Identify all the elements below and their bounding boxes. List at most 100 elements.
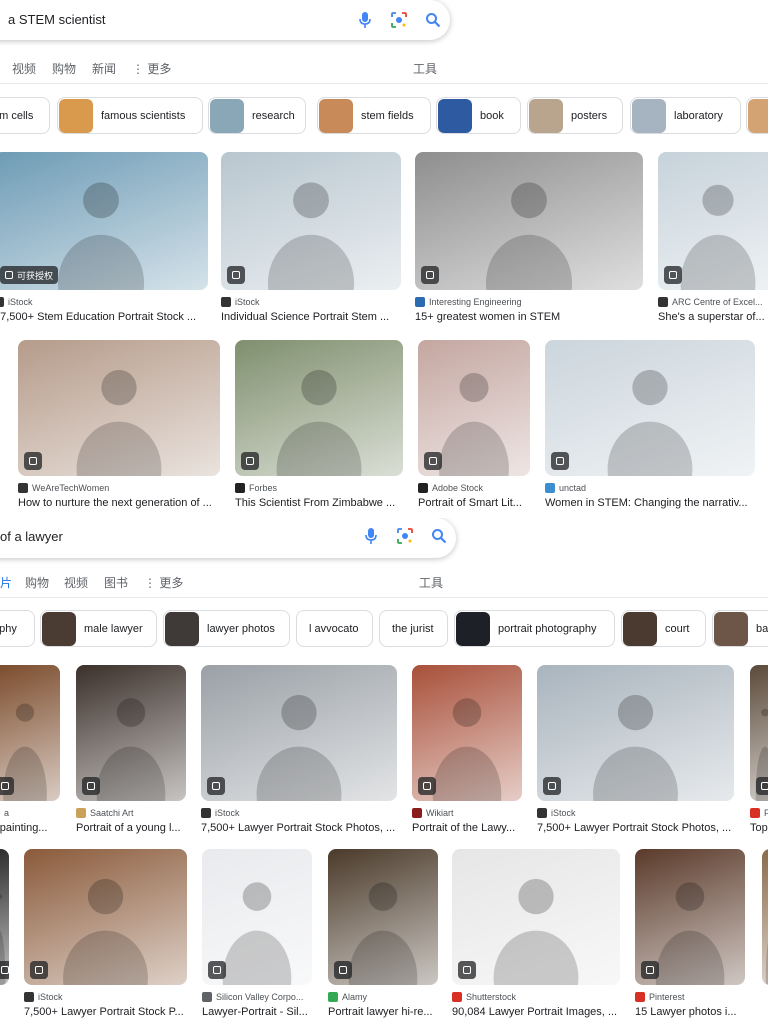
result-source[interactable]: Saatchi Art xyxy=(76,808,186,818)
tab-books[interactable]: 图书 xyxy=(104,574,128,591)
result-source[interactable]: iStock xyxy=(24,992,187,1002)
chip[interactable]: em cells xyxy=(0,97,50,134)
search-icon[interactable] xyxy=(423,10,443,30)
chip[interactable] xyxy=(746,97,768,134)
result-thumbnail[interactable] xyxy=(0,665,60,801)
result-title[interactable]: 7,500+ Lawyer Portrait Stock P... xyxy=(24,1006,187,1018)
result-thumbnail[interactable] xyxy=(452,849,620,985)
image-result[interactable]: iStock 7,500+ Lawyer Portrait Stock P... xyxy=(24,849,187,1023)
chip[interactable]: stem fields xyxy=(317,97,431,134)
result-source[interactable]: Adobe Stock xyxy=(418,483,530,493)
result-source[interactable]: F xyxy=(750,808,768,818)
image-result[interactable]: Silicon Valley Corpo... Lawyer-Portrait -… xyxy=(202,849,312,1023)
result-source[interactable]: iStock xyxy=(221,297,401,307)
image-result[interactable]: Adobe Stock Portrait of Smart Lit... xyxy=(418,340,530,514)
chip[interactable]: portrait photography xyxy=(454,610,615,647)
result-thumbnail[interactable] xyxy=(328,849,438,985)
image-result[interactable]: Alamy Portrait lawyer hi-re... xyxy=(328,849,438,1023)
result-thumbnail[interactable] xyxy=(202,849,312,985)
chip[interactable]: laboratory xyxy=(630,97,741,134)
search-icon[interactable] xyxy=(429,526,449,546)
tab-shopping[interactable]: 购物 xyxy=(52,60,76,77)
result-source[interactable]: ARC Centre of Excel... xyxy=(658,297,768,307)
result-source[interactable]: Forbes xyxy=(235,483,403,493)
result-thumbnail[interactable] xyxy=(18,340,220,476)
chip[interactable]: book xyxy=(436,97,521,134)
image-result[interactable]: ARC Centre of Excel... She's a superstar … xyxy=(658,152,768,328)
chip[interactable]: ba xyxy=(712,610,768,647)
image-result[interactable]: unctad Women in STEM: Changing the narrat… xyxy=(545,340,755,514)
search-input[interactable]: a STEM scientist xyxy=(8,12,106,27)
chip[interactable]: lawyer photos xyxy=(163,610,290,647)
result-title[interactable]: How to nurture the next generation of ..… xyxy=(18,497,220,509)
image-result[interactable] xyxy=(0,849,9,1023)
lens-camera-icon[interactable] xyxy=(389,10,409,30)
tab-videos[interactable]: 视频 xyxy=(64,574,88,591)
result-thumbnail[interactable] xyxy=(537,665,734,801)
image-result[interactable]: F Top xyxy=(750,665,768,839)
result-thumbnail[interactable] xyxy=(235,340,403,476)
result-source[interactable]: Shutterstock xyxy=(452,992,620,1002)
result-title[interactable]: This Scientist From Zimbabwe ... xyxy=(235,497,403,509)
tools-button[interactable]: 工具 xyxy=(413,60,437,77)
result-title[interactable]: 15 Lawyer photos i... xyxy=(635,1006,745,1018)
chip[interactable]: male lawyer xyxy=(40,610,157,647)
result-title[interactable]: t (painting... xyxy=(0,822,60,834)
image-result[interactable]: Pinterest 15 Lawyer photos i... xyxy=(635,849,745,1023)
image-result[interactable]: Shutterstock 90,084 Lawyer Portrait Image… xyxy=(452,849,620,1023)
result-source[interactable]: iStock xyxy=(0,297,208,307)
result-thumbnail[interactable] xyxy=(76,665,186,801)
result-source[interactable]: WeAreTechWomen xyxy=(18,483,220,493)
image-result[interactable]: iStock 7,500+ Lawyer Portrait Stock Photo… xyxy=(537,665,734,839)
result-source[interactable]: Wikiart xyxy=(412,808,522,818)
result-thumbnail[interactable] xyxy=(412,665,522,801)
result-title[interactable]: Portrait of Smart Lit... xyxy=(418,497,530,509)
chip[interactable]: research xyxy=(208,97,306,134)
result-thumbnail[interactable] xyxy=(418,340,530,476)
tab-shopping[interactable]: 购物 xyxy=(25,574,49,591)
chip[interactable]: l avvocato xyxy=(296,610,373,647)
microphone-icon[interactable] xyxy=(355,10,375,30)
result-thumbnail[interactable] xyxy=(415,152,643,290)
result-thumbnail[interactable]: 可获授权 xyxy=(0,152,208,290)
result-title[interactable]: Lawyer-Portrait - Sil... xyxy=(202,1006,312,1018)
chip[interactable]: famous scientists xyxy=(57,97,203,134)
lens-camera-icon[interactable] xyxy=(395,526,415,546)
result-title[interactable]: 90,084 Lawyer Portrait Images, ... xyxy=(452,1006,620,1018)
image-result[interactable] xyxy=(762,849,768,1023)
image-result[interactable]: Saatchi Art Portrait of a young l... xyxy=(76,665,186,839)
tab-images[interactable]: 片 xyxy=(0,574,12,591)
result-source[interactable]: Alamy xyxy=(328,992,438,1002)
search-bar[interactable]: a STEM scientist xyxy=(0,0,450,40)
chip[interactable]: posters xyxy=(527,97,623,134)
image-result[interactable]: Interesting Engineering 15+ greatest wome… xyxy=(415,152,643,328)
result-thumbnail[interactable] xyxy=(0,849,9,985)
chip[interactable]: the jurist xyxy=(379,610,448,647)
result-title[interactable]: 27,500+ Stem Education Portrait Stock ..… xyxy=(0,311,208,323)
result-title[interactable]: Top xyxy=(750,822,768,834)
image-result[interactable]: iStock 7,500+ Lawyer Portrait Stock Photo… xyxy=(201,665,397,839)
image-result[interactable]: iStock Individual Science Portrait Stem .… xyxy=(221,152,401,328)
result-title[interactable]: 15+ greatest women in STEM xyxy=(415,311,643,323)
result-thumbnail[interactable] xyxy=(545,340,755,476)
result-thumbnail[interactable] xyxy=(658,152,768,290)
image-result[interactable]: a t (painting... xyxy=(0,665,60,839)
chip[interactable]: aphy xyxy=(0,610,35,647)
result-source[interactable]: Interesting Engineering xyxy=(415,297,643,307)
result-thumbnail[interactable] xyxy=(750,665,768,801)
result-source[interactable]: Silicon Valley Corpo... xyxy=(202,992,312,1002)
result-thumbnail[interactable] xyxy=(635,849,745,985)
tools-button[interactable]: 工具 xyxy=(419,574,443,591)
result-title[interactable]: 7,500+ Lawyer Portrait Stock Photos, ... xyxy=(201,822,397,834)
result-source[interactable]: Pinterest xyxy=(635,992,745,1002)
result-source[interactable]: iStock xyxy=(201,808,397,818)
image-result[interactable]: 可获授权 iStock 27,500+ Stem Education Portrai… xyxy=(0,152,208,328)
tab-more[interactable]: ⋮ 更多 xyxy=(144,574,183,591)
image-result[interactable]: Wikiart Portrait of the Lawy... xyxy=(412,665,522,839)
result-thumbnail[interactable] xyxy=(201,665,397,801)
image-result[interactable]: Forbes This Scientist From Zimbabwe ... xyxy=(235,340,403,514)
result-source[interactable]: unctad xyxy=(545,483,755,493)
result-title[interactable]: 7,500+ Lawyer Portrait Stock Photos, ... xyxy=(537,822,734,834)
tab-more[interactable]: ⋮ 更多 xyxy=(132,60,171,77)
tab-videos[interactable]: 视频 xyxy=(12,60,36,77)
